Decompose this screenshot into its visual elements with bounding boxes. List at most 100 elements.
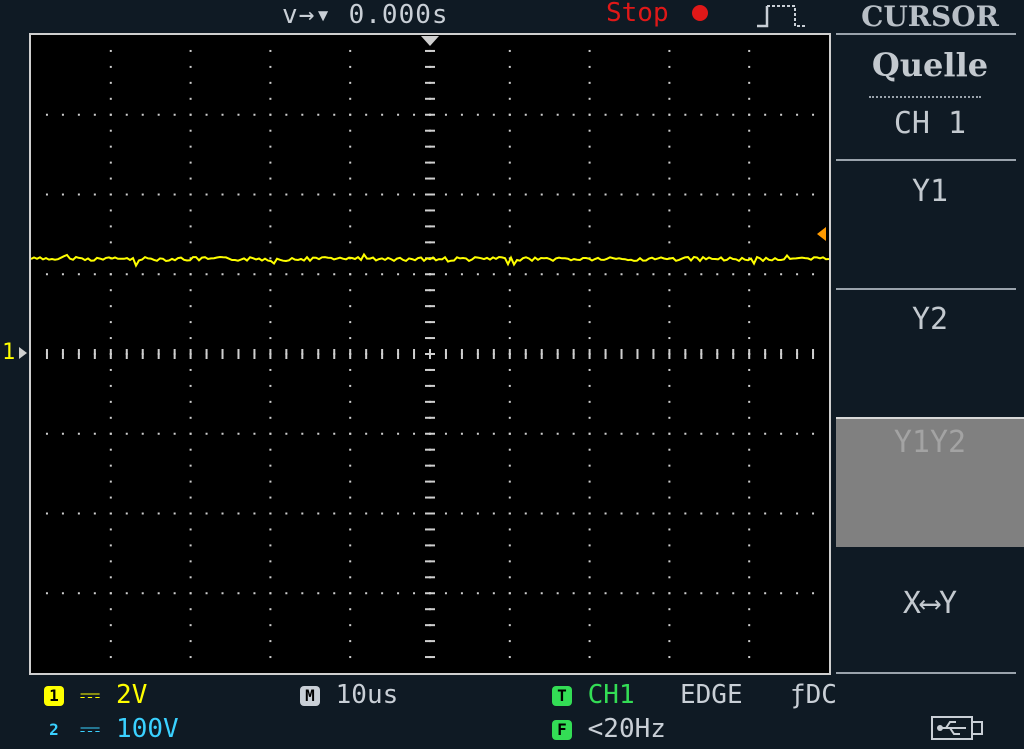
axis-tick [425, 512, 435, 515]
menu-item-y1y2-selected[interactable]: Y1Y2 [836, 417, 1024, 547]
grid-dot [109, 129, 112, 132]
grid-dot [349, 656, 352, 659]
trigger-source[interactable]: T CH1 [552, 680, 635, 710]
timebase[interactable]: M 10us [300, 680, 398, 710]
menu-divider [836, 288, 1016, 290]
ch1-ground-marker[interactable]: 1 [2, 340, 15, 365]
axis-tick [425, 209, 435, 212]
grid-dot [381, 432, 384, 435]
grid-dot [93, 193, 96, 196]
grid-dot [221, 113, 224, 116]
trigger-level-icon[interactable] [817, 227, 826, 241]
grid-dot [604, 592, 607, 595]
grid-dot [748, 193, 751, 196]
grid-dot [524, 512, 527, 515]
grid-dot [269, 656, 272, 659]
grid-dot [508, 321, 511, 324]
grid-dot [748, 592, 751, 595]
menu-item-y2[interactable]: Y2 [836, 302, 1024, 337]
grid-dot [748, 544, 751, 547]
status-bar: 1 ⎓ 2V 2 ⎓ 100V M 10us T CH1 EDGE ƒDC F … [0, 680, 837, 749]
grid-dot [588, 416, 591, 419]
grid-dot [109, 177, 112, 180]
grid-dot [397, 193, 400, 196]
grid-dot [700, 592, 703, 595]
trigger-coupling[interactable]: ƒDC [790, 680, 837, 710]
timebase-badge: M [300, 685, 320, 706]
trigger-position-icon[interactable] [421, 36, 439, 46]
grid-dot [125, 273, 128, 276]
grid-dot [588, 384, 591, 387]
grid-dot [620, 193, 623, 196]
grid-dot [349, 225, 352, 228]
menu-item-xy-swap[interactable]: X⟷Y [836, 586, 1024, 621]
grid-dot [508, 273, 511, 276]
axis-tick [425, 480, 435, 483]
grid-dot [636, 113, 639, 116]
axis-tick [425, 624, 435, 627]
grid-dot [269, 384, 272, 387]
grid-dot [588, 528, 591, 531]
grid-dot [221, 512, 224, 515]
grid-dot [269, 177, 272, 180]
ch1-scale[interactable]: 1 ⎓ 2V [44, 680, 147, 711]
grid-dot [189, 113, 192, 116]
grid-dot [812, 592, 815, 595]
axis-tick [317, 349, 320, 359]
axis-tick [425, 65, 435, 68]
grid-dot [588, 400, 591, 403]
grid-dot [109, 273, 112, 276]
grid-dot [732, 273, 735, 276]
grid-dot [700, 113, 703, 116]
grid-dot [93, 512, 96, 515]
grid-dot [684, 193, 687, 196]
axis-tick [205, 349, 208, 359]
source-value-button[interactable]: CH 1 [836, 106, 1024, 141]
grid-dot [93, 273, 96, 276]
grid-dot [157, 273, 160, 276]
grid-dot [269, 65, 272, 68]
grid-dot [668, 113, 671, 116]
grid-dot [748, 608, 751, 611]
trigger-type[interactable]: EDGE [680, 680, 743, 710]
grid-dot [253, 432, 256, 435]
grid-dot [301, 193, 304, 196]
grid-dot [668, 145, 671, 148]
grid-dot [748, 49, 751, 52]
grid-dot [109, 81, 112, 84]
grid-dot [764, 432, 767, 435]
grid-dot [77, 512, 80, 515]
ch2-scale[interactable]: 2 ⎓ 100V [44, 714, 179, 745]
grid-dot [189, 448, 192, 451]
axis-tick [381, 349, 384, 359]
grid-dot [508, 81, 511, 84]
grid-dot [109, 432, 112, 435]
grid-dot [269, 544, 272, 547]
grid-dot [508, 608, 511, 611]
menu-item-y1[interactable]: Y1 [836, 174, 1024, 209]
grid-dot [748, 113, 751, 116]
grid-dot [237, 512, 240, 515]
axis-tick [157, 349, 160, 359]
axis-tick [425, 496, 435, 499]
run-state: Stop [606, 0, 669, 28]
grid-dot [413, 512, 416, 515]
grid-dot [540, 113, 543, 116]
grid-dot [508, 496, 511, 499]
axis-tick [93, 349, 96, 359]
grid-dot [141, 592, 144, 595]
grid-dot [109, 49, 112, 52]
grid-dot [141, 193, 144, 196]
grid-dot [349, 65, 352, 68]
axis-tick [425, 193, 435, 196]
waveform-display[interactable] [29, 33, 831, 675]
grid-dot [109, 656, 112, 659]
axis-tick [285, 349, 288, 359]
grid-dot [141, 273, 144, 276]
grid-dot [604, 432, 607, 435]
grid-dot [285, 432, 288, 435]
menu-item-y1y2[interactable]: Y1Y2 [836, 425, 1024, 460]
ch1-marker-arrow-icon [19, 347, 27, 359]
grid-dot [812, 193, 815, 196]
axis-tick [425, 97, 435, 100]
